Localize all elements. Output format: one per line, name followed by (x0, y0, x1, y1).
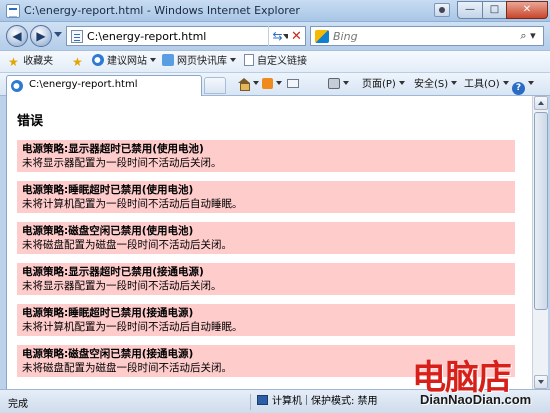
address-bar: ◀ ▶ ⇆ ✕ ⌕ ▾ (0, 22, 550, 50)
tools-menu[interactable]: 工具(O) (464, 77, 509, 93)
security-zone[interactable]: 计算机 保护模式: 禁用 (250, 394, 378, 410)
search-icon[interactable]: ⌕ ▾ (517, 29, 539, 43)
vertical-scrollbar[interactable] (532, 96, 548, 389)
page-menu[interactable]: 页面(P) (362, 77, 405, 93)
title-bar: C:\energy-report.html - Windows Internet… (0, 0, 550, 22)
window-title: C:\energy-report.html - Windows Internet… (24, 4, 300, 17)
error-title: 电源策略:显示器超时已禁用(使用电池) (22, 143, 204, 155)
minimize-button[interactable]: — (457, 1, 483, 19)
web-slice-gallery-link[interactable]: 网页快讯库 (162, 54, 236, 70)
chevron-down-icon (502, 81, 509, 85)
protected-mode-label: 保护模式: 禁用 (311, 396, 378, 407)
site-watermark: 电脑店 DianNaoDian.com (412, 350, 546, 410)
scroll-up-button[interactable] (534, 96, 548, 110)
chevron-down-icon (150, 58, 156, 62)
error-description: 未将显示器配置为一段时间不活动后关闭。 (22, 280, 222, 292)
mail-icon (287, 79, 299, 88)
tools-menu-label: 工具(O) (464, 79, 500, 90)
error-description: 未将磁盘配置为磁盘一段时间不活动后关闭。 (22, 239, 232, 251)
favorites-bar: ★ 收藏夹 ★ 建议网站 网页快讯库 自定义链接 (0, 50, 550, 72)
ie-icon (92, 54, 104, 66)
back-button[interactable]: ◀ (6, 25, 28, 47)
computer-icon (257, 395, 268, 405)
help-button[interactable]: ? (512, 77, 534, 95)
error-item: 电源策略:显示器超时已禁用(接通电源) 未将显示器配置为一段时间不活动后关闭。 (17, 263, 515, 295)
close-button[interactable]: ✕ (506, 1, 548, 19)
error-title: 电源策略:睡眠超时已禁用(接通电源) (22, 307, 194, 319)
error-description: 未将计算机配置为一段时间不活动后自动睡眠。 (22, 198, 243, 210)
chevron-down-icon (528, 81, 534, 85)
ie-window-icon[interactable] (6, 4, 20, 18)
chevron-down-icon (451, 81, 458, 85)
url-box[interactable] (66, 26, 296, 46)
favorites-label: 收藏夹 (23, 56, 54, 67)
error-title: 电源策略:磁盘空闲已禁用(使用电池) (22, 225, 194, 237)
forward-button[interactable]: ▶ (30, 25, 52, 47)
url-input[interactable] (87, 28, 277, 44)
ie-tab-icon (11, 80, 23, 92)
suggested-sites-label: 建议网站 (107, 56, 147, 67)
page-title: 错误 (17, 114, 44, 129)
tab-label: C:\energy-report.html (29, 79, 138, 90)
page-icon (71, 30, 83, 43)
safety-menu[interactable]: 安全(S) (414, 77, 458, 93)
compat-view-icon[interactable] (434, 3, 450, 17)
home-icon (238, 78, 250, 91)
chevron-down-icon (276, 81, 282, 85)
command-bar: C:\energy-report.html 页面(P) 安全(S) 工具(O) … (0, 72, 550, 96)
watermark-url: DianNaoDian.com (420, 392, 532, 407)
error-description: 未将显示器配置为一段时间不活动后关闭。 (22, 157, 222, 169)
bing-icon (315, 30, 329, 43)
add-favorites-button[interactable]: ★ (72, 54, 84, 70)
new-tab-button[interactable] (204, 77, 226, 94)
custom-links-link[interactable]: 自定义链接 (244, 54, 307, 70)
page-content[interactable]: 错误 电源策略:显示器超时已禁用(使用电池) 未将显示器配置为一段时间不活动后关… (6, 96, 532, 389)
error-item: 电源策略:磁盘空闲已禁用(使用电池) 未将磁盘配置为磁盘一段时间不活动后关闭。 (17, 222, 515, 254)
chevron-down-icon (230, 58, 236, 62)
help-icon: ? (512, 82, 525, 95)
print-button[interactable] (328, 77, 349, 93)
favorites-star-icon: ★ (8, 55, 19, 69)
divider (306, 395, 307, 405)
error-title: 电源策略:睡眠超时已禁用(使用电池) (22, 184, 194, 196)
web-slice-icon (162, 54, 174, 66)
page-menu-label: 页面(P) (362, 79, 396, 90)
web-slice-label: 网页快讯库 (177, 56, 227, 67)
search-input[interactable] (333, 28, 513, 44)
compatibility-refresh-button[interactable]: ⇆ (268, 26, 286, 46)
maximize-button[interactable]: □ (482, 1, 507, 19)
status-text: 完成 (8, 399, 28, 410)
favorites-button[interactable]: ★ 收藏夹 (8, 54, 53, 70)
page-icon (244, 54, 254, 66)
printer-icon (328, 78, 340, 89)
scroll-thumb[interactable] (534, 112, 548, 310)
error-item: 电源策略:睡眠超时已禁用(接通电源) 未将计算机配置为一段时间不活动后自动睡眠。 (17, 304, 515, 336)
feeds-button[interactable] (262, 77, 282, 93)
add-favorite-icon: ★ (72, 55, 83, 69)
chevron-down-icon (253, 81, 259, 85)
error-title: 电源策略:显示器超时已禁用(接通电源) (22, 266, 204, 278)
chevron-down-icon (343, 81, 349, 85)
error-description: 未将计算机配置为一段时间不活动后自动睡眠。 (22, 321, 243, 333)
chevron-down-icon (398, 81, 405, 85)
safety-menu-label: 安全(S) (414, 79, 449, 90)
rss-icon (262, 78, 273, 89)
error-item: 电源策略:显示器超时已禁用(使用电池) 未将显示器配置为一段时间不活动后关闭。 (17, 140, 515, 172)
read-mail-button[interactable] (287, 77, 299, 93)
search-box[interactable]: ⌕ ▾ (310, 26, 544, 46)
custom-links-label: 自定义链接 (257, 56, 307, 67)
tab-energy-report[interactable]: C:\energy-report.html (6, 75, 202, 96)
recent-pages-arrow-icon[interactable] (54, 32, 62, 37)
home-button[interactable] (238, 77, 259, 93)
stop-button[interactable]: ✕ (288, 26, 306, 46)
error-item: 电源策略:睡眠超时已禁用(使用电池) 未将计算机配置为一段时间不活动后自动睡眠。 (17, 181, 515, 213)
zone-label: 计算机 (272, 396, 302, 407)
suggested-sites-link[interactable]: 建议网站 (92, 54, 156, 70)
